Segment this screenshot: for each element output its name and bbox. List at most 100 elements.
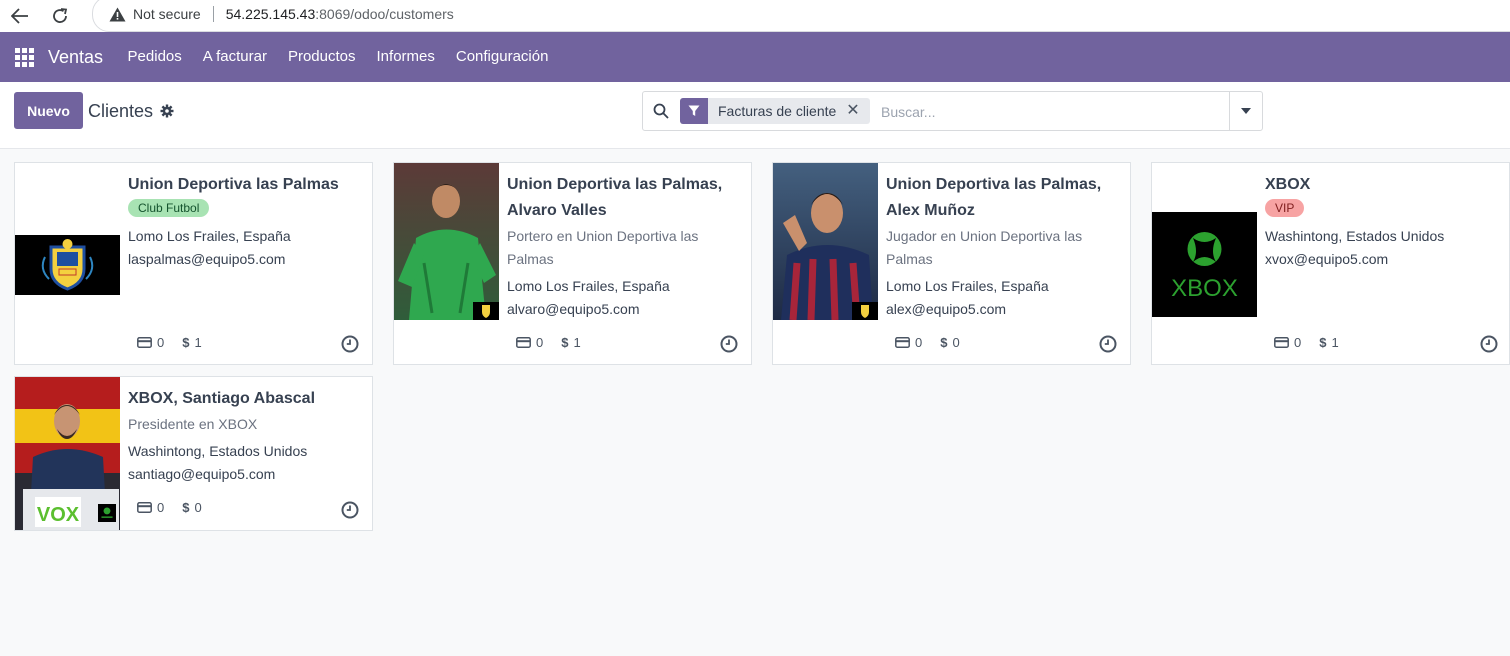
warning-icon (109, 7, 127, 22)
dollar-icon: $ (1319, 335, 1327, 350)
sales-count: 1 (573, 335, 581, 350)
club-logo (15, 235, 120, 295)
sales-count: 1 (1331, 335, 1339, 350)
browser-toolbar: Not secure 54.225.145.43:8069/odoo/custo… (0, 0, 1510, 32)
main-navbar: Ventas Pedidos A facturar Productos Info… (0, 32, 1510, 82)
customer-name: Union Deportiva las Palmas (128, 176, 339, 193)
sales-count: 0 (194, 500, 202, 515)
card-counters: 0 $ 0 (137, 500, 220, 515)
customer-card[interactable]: VOX XBOX, Santiago Abascal Presidente en… (14, 376, 373, 531)
sales-count: 0 (952, 335, 960, 350)
invoices-count: 0 (915, 335, 923, 350)
customer-name: XBOX (1265, 176, 1311, 193)
customer-function: Jugador en Union Deportiva las Palmas (886, 228, 1083, 267)
credit-card-icon (895, 337, 910, 348)
back-button[interactable] (0, 0, 40, 32)
card-body: XBOX, Santiago Abascal Presidente en XBO… (128, 386, 364, 486)
clock-icon[interactable] (1480, 335, 1498, 353)
invoices-count: 0 (157, 335, 165, 350)
control-panel: Nuevo Clientes Facturas de cliente ✕ (0, 82, 1510, 149)
card-counters: 0 $ 1 (516, 335, 599, 350)
customer-address: Lomo Los Frailes, España (886, 278, 1049, 294)
invoices-counter[interactable]: 0 (137, 335, 164, 350)
invoices-counter[interactable]: 0 (1274, 335, 1301, 350)
company-mini-logo (852, 302, 878, 320)
sales-counter[interactable]: $ 1 (182, 335, 201, 350)
invoices-counter[interactable]: 0 (895, 335, 922, 350)
clock-icon[interactable] (1099, 335, 1117, 353)
address-bar[interactable]: Not secure 54.225.145.43:8069/odoo/custo… (92, 0, 1510, 32)
customer-address: Lomo Los Frailes, España (507, 278, 670, 294)
card-body: Union Deportiva las Palmas, Alex Muñoz J… (886, 172, 1122, 321)
breadcrumb-title: Clientes (88, 101, 154, 121)
category-tag: VIP (1265, 199, 1305, 217)
card-counters: 0 $ 1 (1274, 335, 1357, 350)
url-separator (212, 6, 214, 22)
filter-facet: Facturas de cliente ✕ (680, 98, 870, 124)
invoices-count: 0 (1294, 335, 1302, 350)
dollar-icon: $ (561, 335, 569, 350)
contact-photo (394, 163, 499, 320)
menu-productos[interactable]: Productos (277, 32, 366, 82)
clock-icon[interactable] (341, 501, 359, 519)
menu-a-facturar[interactable]: A facturar (192, 32, 277, 82)
customer-name: XBOX, Santiago Abascal (128, 390, 316, 407)
arrow-left-icon (11, 8, 28, 24)
customer-email: alvaro@equipo5.com (507, 301, 640, 317)
customer-address: Lomo Los Frailes, España (128, 228, 291, 244)
clock-icon[interactable] (720, 335, 738, 353)
sales-counter[interactable]: $ 1 (561, 335, 580, 350)
dollar-icon: $ (182, 335, 190, 350)
category-tag: Club Futbol (128, 199, 210, 217)
card-body: XBOX VIP Washintong, Estados Unidos xvox… (1265, 172, 1501, 271)
gear-icon[interactable] (159, 103, 175, 119)
url-host: 54.225.145.43 (225, 6, 316, 22)
customer-email: laspalmas@equipo5.com (128, 251, 286, 267)
company-mini-logo (473, 302, 499, 320)
sales-counter[interactable]: $ 0 (940, 335, 959, 350)
search-bar: Facturas de cliente ✕ (642, 91, 1263, 131)
invoices-count: 0 (157, 500, 165, 515)
reload-button[interactable] (40, 0, 80, 32)
dollar-icon: $ (182, 500, 190, 515)
credit-card-icon (1274, 337, 1289, 348)
xbox-logo-text: XBOX (1171, 275, 1238, 302)
app-name[interactable]: Ventas (48, 47, 103, 68)
facet-remove-icon[interactable]: ✕ (844, 98, 869, 124)
sales-counter[interactable]: $ 1 (1319, 335, 1338, 350)
customer-address: Washintong, Estados Unidos (128, 443, 308, 459)
customer-card[interactable]: Union Deportiva las Palmas, Alex Muñoz J… (772, 162, 1131, 365)
customer-email: alex@equipo5.com (886, 301, 1007, 317)
menu-configuracion[interactable]: Configuración (445, 32, 559, 82)
contact-photo (773, 163, 878, 320)
filter-icon (680, 98, 708, 124)
banner-text: VOX (37, 504, 80, 526)
search-options-toggle[interactable] (1229, 92, 1262, 130)
xbox-logo: XBOX (1152, 212, 1257, 317)
new-button[interactable]: Nuevo (14, 92, 83, 129)
customer-card[interactable]: Union Deportiva las Palmas, Alvaro Valle… (393, 162, 752, 365)
search-icon[interactable] (653, 103, 669, 119)
reload-icon (53, 8, 68, 23)
search-input[interactable] (879, 100, 1223, 124)
card-counters: 0 $ 1 (137, 335, 220, 350)
invoices-counter[interactable]: 0 (516, 335, 543, 350)
clock-icon[interactable] (341, 335, 359, 353)
menu-informes[interactable]: Informes (366, 32, 445, 82)
credit-card-icon (137, 337, 152, 348)
apps-menu-icon[interactable] (0, 32, 48, 82)
company-mini-logo (98, 504, 116, 522)
customer-card[interactable]: Union Deportiva las Palmas Club Futbol L… (14, 162, 373, 365)
sales-count: 1 (194, 335, 202, 350)
customer-email: santiago@equipo5.com (128, 466, 276, 482)
menu-pedidos[interactable]: Pedidos (117, 32, 192, 82)
credit-card-icon (137, 502, 152, 513)
sales-counter[interactable]: $ 0 (182, 500, 201, 515)
security-label[interactable]: Not secure (133, 6, 201, 22)
customer-email: xvox@equipo5.com (1265, 251, 1389, 267)
credit-card-icon (516, 337, 531, 348)
customer-card[interactable]: XBOX XBOX VIP Washintong, Estados Unidos… (1151, 162, 1510, 365)
dollar-icon: $ (940, 335, 948, 350)
caret-down-icon (1241, 108, 1251, 114)
invoices-counter[interactable]: 0 (137, 500, 164, 515)
